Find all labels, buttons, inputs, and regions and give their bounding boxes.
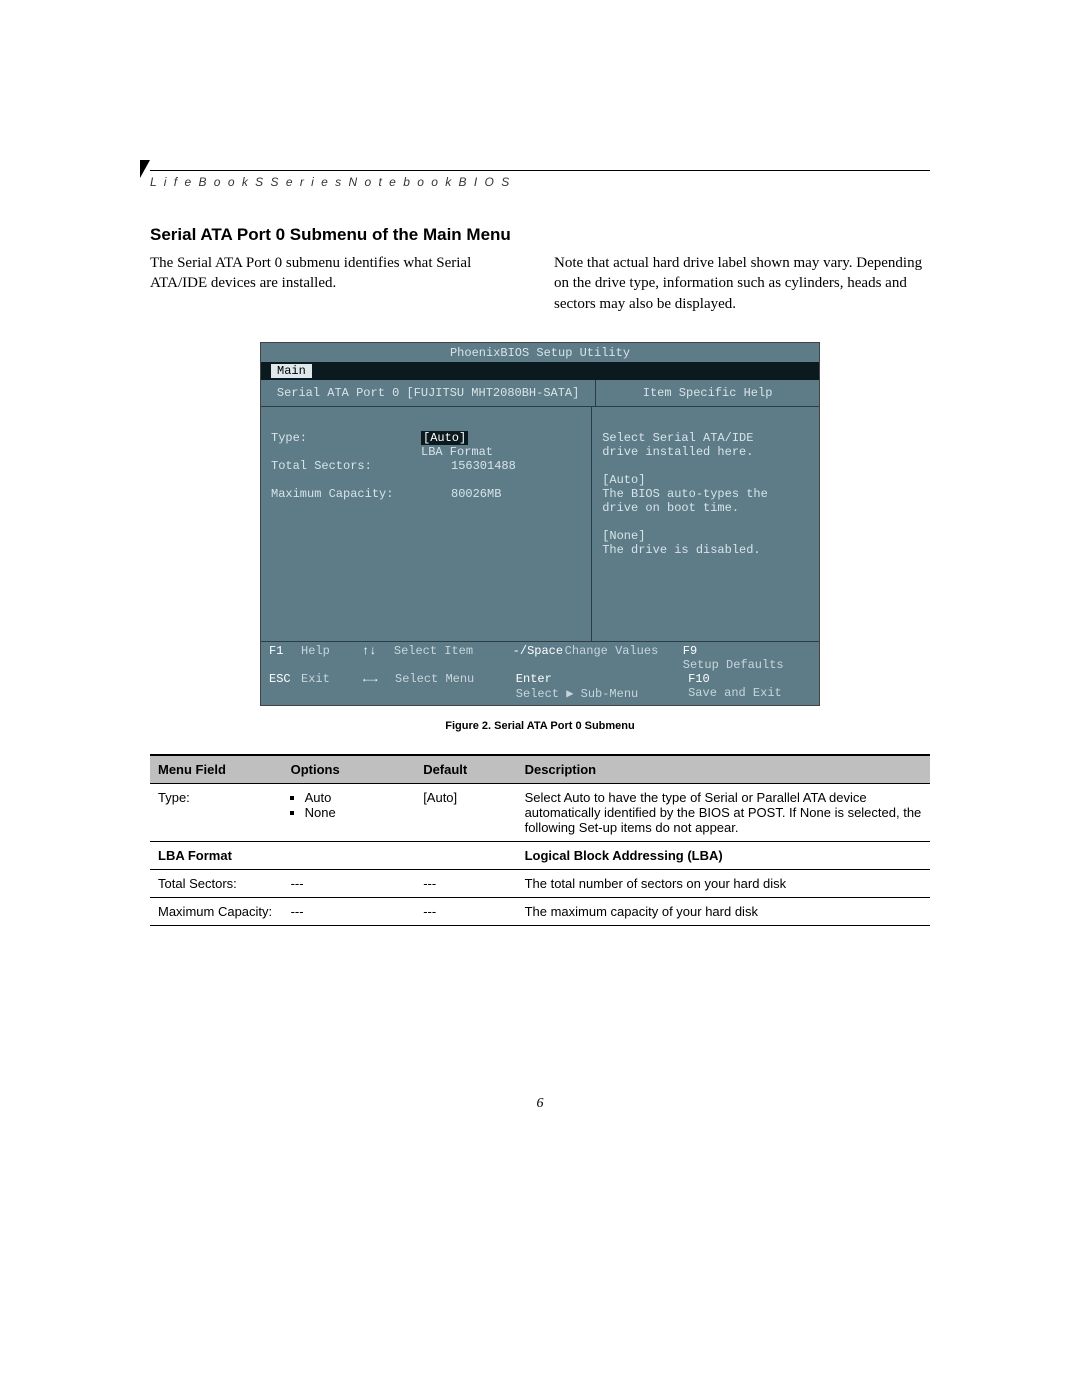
bios-act-select-menu: Select Menu	[395, 672, 474, 686]
bios-key-f1: F1	[269, 644, 301, 658]
bios-help-l3: [Auto]	[602, 473, 809, 487]
bios-key-enter: Enter	[516, 672, 568, 686]
intro-columns: The Serial ATA Port 0 submenu identifies…	[150, 253, 930, 314]
bios-left-pane: Type: [Auto] LBA Format Total Sectors: 1…	[261, 407, 592, 641]
bios-act-change: Change Values	[565, 644, 659, 658]
header-rule	[150, 170, 930, 171]
th-description: Description	[517, 755, 930, 784]
table-row: LBA Format Logical Block Addressing (LBA…	[150, 841, 930, 869]
intro-left: The Serial ATA Port 0 submenu identifies…	[150, 253, 526, 314]
cell-default: ---	[415, 869, 516, 897]
running-head: L i f e B o o k S S e r i e s N o t e b …	[150, 175, 930, 189]
bios-help-l4: The BIOS auto-types the	[602, 487, 809, 501]
crop-mark-icon	[140, 160, 150, 178]
bios-help-l5: drive on boot time.	[602, 501, 809, 515]
table-row: Total Sectors: --- --- The total number …	[150, 869, 930, 897]
th-options: Options	[283, 755, 416, 784]
bios-key-updown: ↑↓	[362, 644, 394, 658]
bios-right-heading: Item Specific Help	[596, 380, 819, 406]
bios-act-help: Help	[301, 644, 330, 658]
table-row: Maximum Capacity: --- --- The maximum ca…	[150, 897, 930, 925]
cell-desc: The maximum capacity of your hard disk	[517, 897, 930, 925]
bios-sectors-label: Total Sectors:	[271, 459, 421, 473]
cell-options: Auto None	[283, 783, 416, 841]
cell-menu: Total Sectors:	[150, 869, 283, 897]
bios-type-label: Type:	[271, 431, 421, 445]
cell-menu: Maximum Capacity:	[150, 897, 283, 925]
bios-key-space: -/Space	[513, 644, 565, 658]
cell-lba-label: LBA Format	[150, 841, 517, 869]
bios-help-l6: [None]	[602, 529, 809, 543]
bios-type-value: [Auto]	[421, 431, 468, 445]
section-title: Serial ATA Port 0 Submenu of the Main Me…	[150, 225, 930, 245]
cell-menu: Type:	[150, 783, 283, 841]
bios-tab-bar: Main	[261, 362, 819, 380]
bios-key-f10: F10	[688, 672, 720, 686]
bios-footer: F1Help ↑↓Select Item -/SpaceChange Value…	[261, 641, 819, 705]
th-menu-field: Menu Field	[150, 755, 283, 784]
cell-options: ---	[283, 897, 416, 925]
bios-key-esc: ESC	[269, 672, 301, 686]
bios-act-submenu: Select ▶ Sub-Menu	[516, 686, 638, 701]
th-default: Default	[415, 755, 516, 784]
bios-key-f9: F9	[683, 644, 715, 658]
intro-right: Note that actual hard drive label shown …	[554, 253, 930, 314]
cell-default: ---	[415, 897, 516, 925]
bios-sectors-value: 156301488	[421, 459, 516, 473]
cell-options: ---	[283, 869, 416, 897]
bios-tab-main: Main	[271, 364, 312, 378]
page-number: 6	[150, 1096, 930, 1112]
bios-act-defaults: Setup Defaults	[683, 658, 784, 672]
cell-desc: The total number of sectors on your hard…	[517, 869, 930, 897]
options-table: Menu Field Options Default Description T…	[150, 754, 930, 926]
bios-act-exit: Exit	[301, 672, 330, 686]
cell-lba-desc: Logical Block Addressing (LBA)	[517, 841, 930, 869]
table-row: Type: Auto None [Auto] Select Auto to ha…	[150, 783, 930, 841]
figure-caption: Figure 2. Serial ATA Port 0 Submenu	[150, 720, 930, 732]
bios-help-l2: drive installed here.	[602, 445, 809, 459]
bios-screenshot: PhoenixBIOS Setup Utility Main Serial AT…	[260, 342, 820, 706]
bios-title: PhoenixBIOS Setup Utility	[261, 343, 819, 362]
cell-desc: Select Auto to have the type of Serial o…	[517, 783, 930, 841]
cell-default: [Auto]	[415, 783, 516, 841]
bios-capacity-value: 80026MB	[421, 487, 501, 501]
bios-act-select-item: Select Item	[394, 644, 473, 658]
bios-help-l1: Select Serial ATA/IDE	[602, 431, 809, 445]
bios-lba-format: LBA Format	[421, 445, 493, 459]
opt-auto: Auto	[305, 790, 408, 805]
bios-capacity-label: Maximum Capacity:	[271, 487, 421, 501]
opt-none: None	[305, 805, 408, 820]
bios-help-pane: Select Serial ATA/IDE drive installed he…	[592, 407, 819, 641]
bios-help-l7: The drive is disabled.	[602, 543, 809, 557]
bios-act-save-exit: Save and Exit	[688, 686, 782, 700]
bios-key-leftright: ←→	[363, 672, 395, 686]
bios-left-heading: Serial ATA Port 0 [FUJITSU MHT2080BH-SAT…	[261, 380, 596, 406]
